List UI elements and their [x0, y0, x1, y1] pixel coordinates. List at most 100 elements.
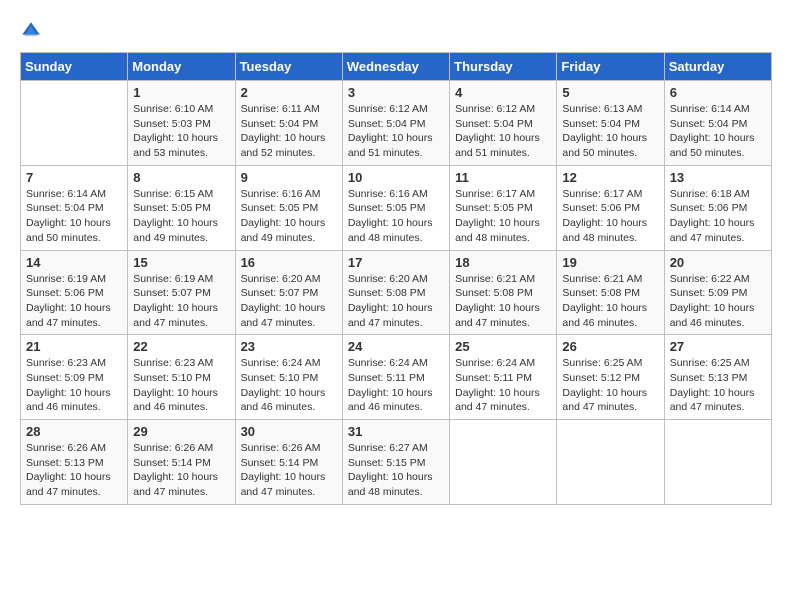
day-info: Sunrise: 6:16 AM Sunset: 5:05 PM Dayligh… — [348, 187, 444, 246]
day-info: Sunrise: 6:19 AM Sunset: 5:07 PM Dayligh… — [133, 272, 229, 331]
day-info: Sunrise: 6:16 AM Sunset: 5:05 PM Dayligh… — [241, 187, 337, 246]
day-number: 1 — [133, 85, 229, 100]
calendar-cell: 14 Sunrise: 6:19 AM Sunset: 5:06 PM Dayli… — [21, 250, 128, 335]
day-number: 31 — [348, 424, 444, 439]
calendar-cell — [21, 81, 128, 166]
day-info: Sunrise: 6:13 AM Sunset: 5:04 PM Dayligh… — [562, 102, 658, 161]
calendar-cell: 1 Sunrise: 6:10 AM Sunset: 5:03 PM Daylig… — [128, 81, 235, 166]
day-info: Sunrise: 6:14 AM Sunset: 5:04 PM Dayligh… — [670, 102, 766, 161]
calendar-cell: 5 Sunrise: 6:13 AM Sunset: 5:04 PM Daylig… — [557, 81, 664, 166]
calendar-cell: 29 Sunrise: 6:26 AM Sunset: 5:14 PM Dayli… — [128, 420, 235, 505]
day-info: Sunrise: 6:22 AM Sunset: 5:09 PM Dayligh… — [670, 272, 766, 331]
calendar-cell: 9 Sunrise: 6:16 AM Sunset: 5:05 PM Daylig… — [235, 165, 342, 250]
day-number: 20 — [670, 255, 766, 270]
calendar-cell: 10 Sunrise: 6:16 AM Sunset: 5:05 PM Dayli… — [342, 165, 449, 250]
calendar-cell — [450, 420, 557, 505]
calendar-cell: 19 Sunrise: 6:21 AM Sunset: 5:08 PM Dayli… — [557, 250, 664, 335]
day-number: 30 — [241, 424, 337, 439]
day-number: 3 — [348, 85, 444, 100]
day-number: 25 — [455, 339, 551, 354]
day-info: Sunrise: 6:26 AM Sunset: 5:14 PM Dayligh… — [241, 441, 337, 500]
day-number: 14 — [26, 255, 122, 270]
calendar-table: SundayMondayTuesdayWednesdayThursdayFrid… — [20, 52, 772, 505]
day-number: 22 — [133, 339, 229, 354]
calendar-cell: 2 Sunrise: 6:11 AM Sunset: 5:04 PM Daylig… — [235, 81, 342, 166]
day-number: 17 — [348, 255, 444, 270]
calendar-cell: 13Sunrise: 6:18 AM Sunset: 5:06 PM Dayli… — [664, 165, 771, 250]
day-info: Sunrise: 6:23 AM Sunset: 5:10 PM Dayligh… — [133, 356, 229, 415]
day-number: 5 — [562, 85, 658, 100]
calendar-cell: 8Sunrise: 6:15 AM Sunset: 5:05 PM Daylig… — [128, 165, 235, 250]
day-number: 21 — [26, 339, 122, 354]
calendar-week-row: 7 Sunrise: 6:14 AM Sunset: 5:04 PM Daylig… — [21, 165, 772, 250]
day-info: Sunrise: 6:14 AM Sunset: 5:04 PM Dayligh… — [26, 187, 122, 246]
day-info: Sunrise: 6:27 AM Sunset: 5:15 PM Dayligh… — [348, 441, 444, 500]
calendar-cell: 22 Sunrise: 6:23 AM Sunset: 5:10 PM Dayli… — [128, 335, 235, 420]
calendar-cell — [557, 420, 664, 505]
logo — [20, 20, 46, 42]
day-info: Sunrise: 6:18 AM Sunset: 5:06 PM Dayligh… — [670, 187, 766, 246]
day-number: 16 — [241, 255, 337, 270]
day-info: Sunrise: 6:17 AM Sunset: 5:06 PM Dayligh… — [562, 187, 658, 246]
day-info: Sunrise: 6:23 AM Sunset: 5:09 PM Dayligh… — [26, 356, 122, 415]
calendar-cell: 7 Sunrise: 6:14 AM Sunset: 5:04 PM Daylig… — [21, 165, 128, 250]
day-info: Sunrise: 6:21 AM Sunset: 5:08 PM Dayligh… — [562, 272, 658, 331]
calendar-cell: 16 Sunrise: 6:20 AM Sunset: 5:07 PM Dayli… — [235, 250, 342, 335]
calendar-cell: 3Sunrise: 6:12 AM Sunset: 5:04 PM Daylig… — [342, 81, 449, 166]
calendar-cell: 28Sunrise: 6:26 AM Sunset: 5:13 PM Dayli… — [21, 420, 128, 505]
day-info: Sunrise: 6:26 AM Sunset: 5:14 PM Dayligh… — [133, 441, 229, 500]
header-day-thursday: Thursday — [450, 53, 557, 81]
day-number: 27 — [670, 339, 766, 354]
calendar-cell: 24 Sunrise: 6:24 AM Sunset: 5:11 PM Dayli… — [342, 335, 449, 420]
day-number: 24 — [348, 339, 444, 354]
day-number: 4 — [455, 85, 551, 100]
day-number: 7 — [26, 170, 122, 185]
day-info: Sunrise: 6:24 AM Sunset: 5:11 PM Dayligh… — [348, 356, 444, 415]
calendar-cell: 25Sunrise: 6:24 AM Sunset: 5:11 PM Dayli… — [450, 335, 557, 420]
header-day-friday: Friday — [557, 53, 664, 81]
day-info: Sunrise: 6:25 AM Sunset: 5:12 PM Dayligh… — [562, 356, 658, 415]
header-day-monday: Monday — [128, 53, 235, 81]
calendar-cell: 20 Sunrise: 6:22 AM Sunset: 5:09 PM Dayli… — [664, 250, 771, 335]
day-info: Sunrise: 6:20 AM Sunset: 5:08 PM Dayligh… — [348, 272, 444, 331]
day-info: Sunrise: 6:11 AM Sunset: 5:04 PM Dayligh… — [241, 102, 337, 161]
day-number: 11 — [455, 170, 551, 185]
calendar-cell: 31 Sunrise: 6:27 AM Sunset: 5:15 PM Dayli… — [342, 420, 449, 505]
day-number: 2 — [241, 85, 337, 100]
calendar-cell: 11 Sunrise: 6:17 AM Sunset: 5:05 PM Dayli… — [450, 165, 557, 250]
calendar-cell: 6 Sunrise: 6:14 AM Sunset: 5:04 PM Daylig… — [664, 81, 771, 166]
day-info: Sunrise: 6:10 AM Sunset: 5:03 PM Dayligh… — [133, 102, 229, 161]
day-info: Sunrise: 6:24 AM Sunset: 5:10 PM Dayligh… — [241, 356, 337, 415]
calendar-cell: 27 Sunrise: 6:25 AM Sunset: 5:13 PM Dayli… — [664, 335, 771, 420]
page-header — [20, 20, 772, 42]
day-info: Sunrise: 6:21 AM Sunset: 5:08 PM Dayligh… — [455, 272, 551, 331]
calendar-cell: 12 Sunrise: 6:17 AM Sunset: 5:06 PM Dayli… — [557, 165, 664, 250]
calendar-cell: 4Sunrise: 6:12 AM Sunset: 5:04 PM Daylig… — [450, 81, 557, 166]
day-number: 15 — [133, 255, 229, 270]
day-info: Sunrise: 6:25 AM Sunset: 5:13 PM Dayligh… — [670, 356, 766, 415]
calendar-cell — [664, 420, 771, 505]
calendar-body: 1 Sunrise: 6:10 AM Sunset: 5:03 PM Daylig… — [21, 81, 772, 505]
day-number: 28 — [26, 424, 122, 439]
day-number: 9 — [241, 170, 337, 185]
day-number: 29 — [133, 424, 229, 439]
day-number: 12 — [562, 170, 658, 185]
day-number: 10 — [348, 170, 444, 185]
day-number: 6 — [670, 85, 766, 100]
calendar-cell: 17 Sunrise: 6:20 AM Sunset: 5:08 PM Dayli… — [342, 250, 449, 335]
day-number: 23 — [241, 339, 337, 354]
day-info: Sunrise: 6:20 AM Sunset: 5:07 PM Dayligh… — [241, 272, 337, 331]
day-info: Sunrise: 6:19 AM Sunset: 5:06 PM Dayligh… — [26, 272, 122, 331]
header-day-tuesday: Tuesday — [235, 53, 342, 81]
calendar-cell: 21 Sunrise: 6:23 AM Sunset: 5:09 PM Dayli… — [21, 335, 128, 420]
day-info: Sunrise: 6:17 AM Sunset: 5:05 PM Dayligh… — [455, 187, 551, 246]
calendar-cell: 23 Sunrise: 6:24 AM Sunset: 5:10 PM Dayli… — [235, 335, 342, 420]
day-number: 19 — [562, 255, 658, 270]
day-number: 8 — [133, 170, 229, 185]
day-number: 26 — [562, 339, 658, 354]
calendar-header-row: SundayMondayTuesdayWednesdayThursdayFrid… — [21, 53, 772, 81]
day-number: 18 — [455, 255, 551, 270]
header-day-sunday: Sunday — [21, 53, 128, 81]
header-day-saturday: Saturday — [664, 53, 771, 81]
logo-icon — [20, 20, 42, 42]
